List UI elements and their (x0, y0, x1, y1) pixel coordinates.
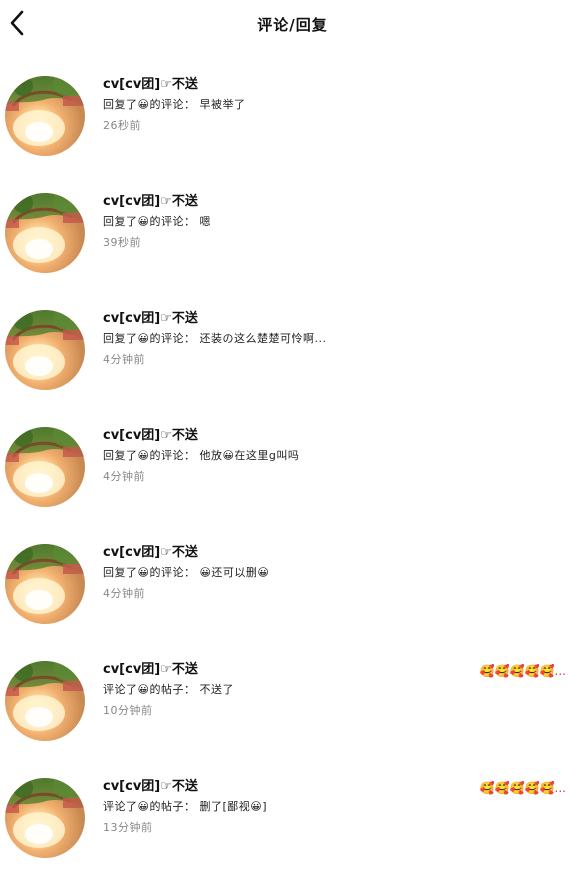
list-item[interactable]: cv[cv团]☞不送 评论了😀的帖子： 不送了 10分钟前 🥰🥰🥰🥰🥰... (0, 643, 585, 760)
avatar[interactable] (5, 427, 85, 507)
list-item[interactable]: cv[cv团]☞不送 回复了😀的评论： 他放😀在这里g叫吗 4分钟前 (0, 409, 585, 526)
item-content: cv[cv团]☞不送 回复了😀的评论： 还装の这么楚楚可怜啊... 4分钟前 (103, 310, 473, 368)
list-item[interactable]: cv[cv团]☞不送 回复了😀的评论： 还装の这么楚楚可怜啊... 4分钟前 (0, 292, 585, 409)
avatar[interactable] (5, 778, 85, 858)
activity-text: 回复了😀的评论： 他放😀在这里g叫吗 (103, 447, 473, 465)
timestamp: 4分钟前 (103, 470, 145, 483)
user-name[interactable]: cv[cv团]☞不送 (103, 427, 473, 445)
target-text: 的评论： (149, 215, 196, 228)
notification-list: cv[cv团]☞不送 回复了😀的评论： 早被举了 26秒前 cv[cv团]☞不送… (0, 58, 585, 877)
timestamp: 4分钟前 (103, 587, 145, 600)
action-text: 回复了 (103, 215, 138, 228)
list-item[interactable]: cv[cv团]☞不送 评论了😀的帖子： 删了[鄙视😀] 13分钟前 🥰🥰🥰🥰🥰.… (0, 760, 585, 877)
item-content: cv[cv团]☞不送 回复了😀的评论： 嗯 39秒前 (103, 193, 473, 251)
user-glyph: 😀 (137, 332, 150, 345)
comment-content: 还装の这么楚楚可怜啊... (199, 332, 327, 345)
chevron-left-icon (10, 10, 24, 36)
activity-text: 回复了😀的评论： 还装の这么楚楚可怜啊... (103, 330, 473, 348)
action-text: 评论了 (103, 800, 138, 813)
timestamp: 4分钟前 (103, 353, 145, 366)
avatar[interactable] (5, 310, 85, 390)
post-preview[interactable]: 🥰🥰🥰🥰🥰... (480, 780, 566, 796)
action-text: 回复了 (103, 566, 138, 579)
user-glyph: 😀 (137, 449, 150, 462)
comment-content: 嗯 (199, 215, 211, 228)
comment-content: 不送了 (199, 683, 234, 696)
avatar[interactable] (5, 76, 85, 156)
list-item[interactable]: cv[cv团]☞不送 回复了😀的评论： 早被举了 26秒前 (0, 58, 585, 175)
avatar[interactable] (5, 661, 85, 741)
top-bar: 评论/回复 (0, 0, 585, 46)
user-glyph: 😀 (137, 98, 150, 111)
action-text: 评论了 (103, 683, 138, 696)
page-title: 评论/回复 (257, 15, 328, 34)
user-name[interactable]: cv[cv团]☞不送 (103, 544, 473, 562)
user-glyph: 😀 (137, 566, 150, 579)
target-text: 的评论： (149, 98, 196, 111)
timestamp: 26秒前 (103, 119, 141, 132)
user-glyph: 😀 (137, 683, 150, 696)
timestamp: 10分钟前 (103, 704, 153, 717)
item-content: cv[cv团]☞不送 回复了😀的评论： 早被举了 26秒前 (103, 76, 473, 134)
timestamp: 39秒前 (103, 236, 141, 249)
item-content: cv[cv团]☞不送 回复了😀的评论： 😀还可以删😀 4分钟前 (103, 544, 473, 602)
back-button[interactable] (6, 9, 28, 37)
action-text: 回复了 (103, 98, 138, 111)
list-item[interactable]: cv[cv团]☞不送 回复了😀的评论： 嗯 39秒前 (0, 175, 585, 292)
target-text: 的评论： (149, 566, 196, 579)
action-text: 回复了 (103, 332, 138, 345)
comment-content: 😀还可以删😀 (199, 566, 270, 579)
activity-text: 评论了😀的帖子： 不送了 (103, 681, 473, 699)
comment-content: 早被举了 (199, 98, 246, 111)
comment-content: 删了[鄙视😀] (199, 800, 268, 813)
user-glyph: 😀 (137, 215, 150, 228)
target-text: 的评论： (149, 332, 196, 345)
activity-text: 回复了😀的评论： 😀还可以删😀 (103, 564, 473, 582)
activity-text: 评论了😀的帖子： 删了[鄙视😀] (103, 798, 473, 816)
item-content: cv[cv团]☞不送 回复了😀的评论： 他放😀在这里g叫吗 4分钟前 (103, 427, 473, 485)
target-text: 的帖子： (149, 683, 196, 696)
list-item[interactable]: cv[cv团]☞不送 回复了😀的评论： 😀还可以删😀 4分钟前 (0, 526, 585, 643)
timestamp: 13分钟前 (103, 821, 153, 834)
target-text: 的评论： (149, 449, 196, 462)
user-glyph: 😀 (137, 800, 150, 813)
avatar[interactable] (5, 193, 85, 273)
target-text: 的帖子： (149, 800, 196, 813)
item-content: cv[cv团]☞不送 评论了😀的帖子： 不送了 10分钟前 (103, 661, 473, 719)
action-text: 回复了 (103, 449, 138, 462)
post-preview[interactable]: 🥰🥰🥰🥰🥰... (480, 663, 566, 679)
user-name[interactable]: cv[cv团]☞不送 (103, 661, 473, 679)
avatar[interactable] (5, 544, 85, 624)
user-name[interactable]: cv[cv团]☞不送 (103, 778, 473, 796)
activity-text: 回复了😀的评论： 早被举了 (103, 96, 473, 114)
user-name[interactable]: cv[cv团]☞不送 (103, 193, 473, 211)
user-name[interactable]: cv[cv团]☞不送 (103, 76, 473, 94)
user-name[interactable]: cv[cv团]☞不送 (103, 310, 473, 328)
activity-text: 回复了😀的评论： 嗯 (103, 213, 473, 231)
item-content: cv[cv团]☞不送 评论了😀的帖子： 删了[鄙视😀] 13分钟前 (103, 778, 473, 836)
comment-content: 他放😀在这里g叫吗 (199, 449, 300, 462)
